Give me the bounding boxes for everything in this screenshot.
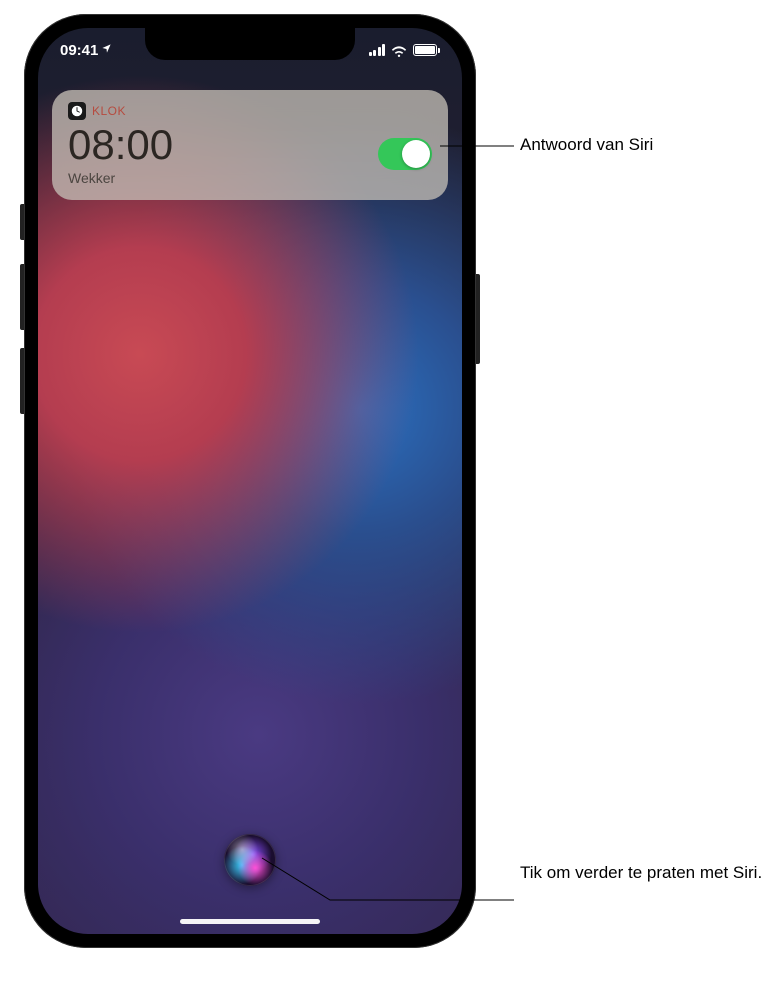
alarm-toggle[interactable] — [378, 138, 432, 170]
card-body: 08:00 Wekker — [68, 122, 432, 186]
siri-response-card[interactable]: KLOK 08:00 Wekker — [52, 90, 448, 200]
wifi-icon — [391, 44, 407, 56]
status-left: 09:41 — [60, 42, 112, 59]
clock-app-icon — [68, 102, 86, 120]
app-name-label: KLOK — [92, 104, 126, 118]
location-icon — [101, 43, 112, 57]
cellular-icon — [369, 44, 386, 56]
status-right — [369, 44, 441, 56]
callout-siri-continue: Tik om verder te praten met Siri. — [520, 862, 762, 885]
phone-screen: 09:41 — [38, 28, 462, 934]
alarm-info: 08:00 Wekker — [68, 122, 173, 186]
notch — [145, 28, 355, 60]
volume-button — [20, 348, 24, 414]
battery-icon — [413, 44, 440, 56]
status-time: 09:41 — [60, 42, 98, 59]
alarm-label: Wekker — [68, 170, 173, 186]
siri-orb-button[interactable] — [224, 834, 276, 886]
alarm-time: 08:00 — [68, 122, 173, 168]
side-button — [476, 274, 480, 364]
home-indicator[interactable] — [180, 919, 320, 924]
phone-frame: 09:41 — [24, 14, 476, 948]
card-header: KLOK — [68, 102, 432, 120]
callout-siri-response: Antwoord van Siri — [520, 134, 653, 157]
